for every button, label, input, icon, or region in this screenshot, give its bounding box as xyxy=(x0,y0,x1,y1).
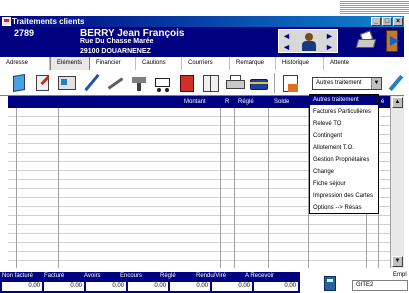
chevron-down-icon[interactable]: ▼ xyxy=(371,78,381,89)
toolbar: Autres traitement ▼ xyxy=(0,70,404,96)
tab-bar: Adresse Eléments Financier Cautions Cour… xyxy=(0,57,404,70)
dropdown-item-fiche-sejour[interactable]: Fiche séjour xyxy=(310,179,378,189)
treatment-dropdown-list: Autres traitement Factures Particulières… xyxy=(309,94,379,214)
total-facture: 0.00 xyxy=(44,282,84,291)
total-rendu-vire: 0.00 xyxy=(212,282,252,291)
column-divider xyxy=(234,108,235,268)
treatment-select-value: Autres traitement xyxy=(316,80,362,86)
column-extra[interactable]: é xyxy=(381,96,384,108)
dropdown-item-options-resas[interactable]: Options --> Résas xyxy=(310,203,378,213)
total-label-a-recevoir: A Recevoir xyxy=(245,273,275,279)
total-regle: 0.00 xyxy=(170,282,210,291)
tab-adresse[interactable]: Adresse xyxy=(0,57,50,70)
employee-label: Empl xyxy=(393,272,407,278)
window-controls: _ □ × xyxy=(371,17,403,26)
title-bar[interactable]: Traitements clients _ □ × xyxy=(0,16,404,27)
last-record-arrow-icon[interactable]: ► xyxy=(325,42,334,52)
background-stripes xyxy=(340,0,409,14)
quill-icon[interactable] xyxy=(104,73,126,93)
employee-field[interactable]: GITE2 xyxy=(352,280,408,291)
window-title: Traitements clients xyxy=(12,17,85,26)
tab-remarque[interactable]: Remarque xyxy=(230,57,276,70)
print-icon[interactable] xyxy=(355,30,377,51)
client-person-icon[interactable] xyxy=(301,33,317,51)
dropdown-item-factures-particulieres[interactable]: Factures Particulières xyxy=(310,107,378,117)
client-header: 2789 BERRY Jean François Rue Du Chasse M… xyxy=(0,27,404,57)
client-city: 29100 DOUARNENEZ xyxy=(80,48,151,55)
minimize-button[interactable]: _ xyxy=(371,17,381,26)
app-window: Traitements clients _ □ × 2789 BERRY Jea… xyxy=(0,0,409,293)
column-regle[interactable]: Réglé xyxy=(238,96,254,108)
red-book-icon[interactable] xyxy=(176,73,198,93)
previous-record-arrow-icon[interactable]: ◄ xyxy=(282,42,291,52)
client-id: 2789 xyxy=(14,28,35,38)
dropdown-item-impression-cartes[interactable]: Impression des Cartes xyxy=(310,191,378,201)
total-encours: 0.00 xyxy=(128,282,168,291)
column-r[interactable]: R xyxy=(225,96,229,108)
tab-attente[interactable]: Attente xyxy=(324,57,404,70)
total-label-facture: Facturé xyxy=(44,273,65,279)
edit-document-icon[interactable] xyxy=(32,73,54,93)
tab-cautions[interactable]: Cautions xyxy=(136,57,182,70)
column-solde[interactable]: Solde xyxy=(274,96,289,108)
printer-icon[interactable] xyxy=(224,73,246,93)
scroll-up-icon[interactable]: ▲ xyxy=(392,97,403,108)
totals-bar: Non facturé Facturé Avoirs Encours Réglé… xyxy=(0,272,300,293)
first-record-arrow-icon[interactable]: ◄ xyxy=(282,31,291,41)
caddie-icon[interactable] xyxy=(152,73,174,93)
dropdown-item-releve-to[interactable]: Relevé TO xyxy=(310,119,378,129)
calculator-icon[interactable] xyxy=(324,276,336,291)
app-icon xyxy=(2,17,11,26)
dropdown-item-contingent[interactable]: Contingent xyxy=(310,131,378,141)
maximize-button[interactable]: □ xyxy=(382,17,392,26)
column-divider xyxy=(58,108,59,268)
total-label-non-facture: Non facturé xyxy=(2,273,34,279)
column-divider xyxy=(16,108,17,268)
total-non-facture: 0.00 xyxy=(2,282,42,291)
total-label-avoirs: Avoirs xyxy=(84,273,101,279)
column-divider xyxy=(268,108,269,268)
notes-icon[interactable] xyxy=(280,73,302,93)
dropdown-item-change[interactable]: Change xyxy=(310,167,378,177)
dropdown-item-autres-traitement[interactable]: Autres traitement xyxy=(310,95,378,105)
new-document-icon[interactable] xyxy=(8,73,30,93)
tab-financier[interactable]: Financier xyxy=(90,57,136,70)
close-button[interactable]: × xyxy=(393,17,403,26)
column-divider xyxy=(220,108,221,268)
vertical-scrollbar[interactable]: ▲ ▼ xyxy=(390,96,404,268)
register-icon[interactable] xyxy=(200,73,222,93)
credit-card-icon[interactable] xyxy=(248,73,270,93)
total-a-recevoir: 0.00 xyxy=(254,282,298,291)
column-montant[interactable]: Montant xyxy=(184,96,206,108)
total-label-rendu-vire: Rendu/Viré xyxy=(196,273,226,279)
total-label-regle: Réglé xyxy=(160,273,176,279)
pencil-icon[interactable] xyxy=(386,73,408,93)
toolbar-separator xyxy=(274,73,275,93)
dropdown-item-gestion-proprietaires[interactable]: Gestion Propriétaires xyxy=(310,155,378,165)
pen-icon[interactable] xyxy=(80,73,102,93)
exit-door-icon[interactable] xyxy=(384,30,402,52)
scroll-down-icon[interactable]: ▼ xyxy=(392,256,403,267)
dropdown-item-allotement-to[interactable]: Allotement T.O. xyxy=(310,143,378,153)
form-icon[interactable] xyxy=(56,73,78,93)
treatment-select[interactable]: Autres traitement ▼ xyxy=(312,77,382,90)
stamp-icon[interactable] xyxy=(128,73,150,93)
client-street: Rue Du Chasse Marée xyxy=(80,38,154,45)
tab-elements[interactable]: Eléments xyxy=(50,57,90,70)
total-label-encours: Encours xyxy=(120,273,143,279)
tab-courriers[interactable]: Courriers xyxy=(182,57,230,70)
total-avoirs: 0.00 xyxy=(86,282,126,291)
record-navigator: ◄ ► ◄ ► xyxy=(278,29,338,53)
next-record-arrow-icon[interactable]: ► xyxy=(325,31,334,41)
tab-historique[interactable]: Historique xyxy=(276,57,324,70)
